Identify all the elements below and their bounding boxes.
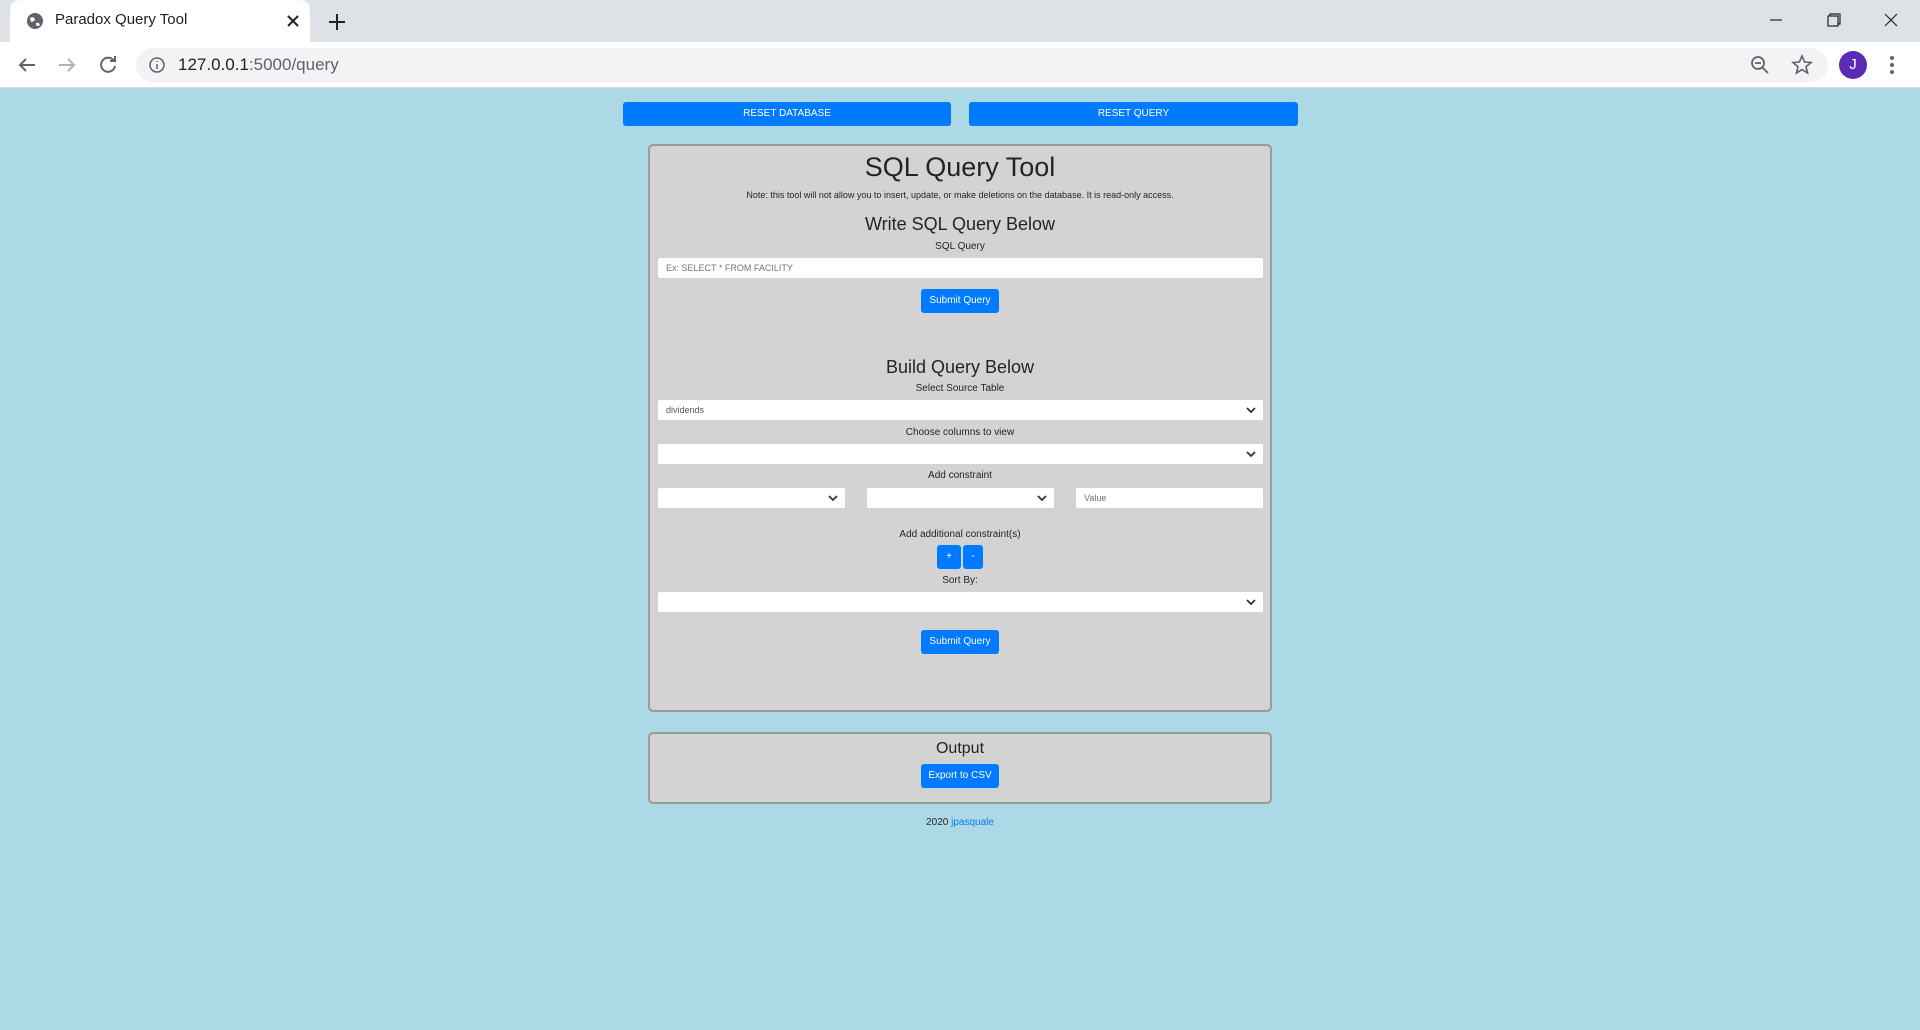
source-table-label: Select Source Table bbox=[915, 383, 1005, 394]
query-panel: SQL Query Tool Note: this tool will not … bbox=[648, 144, 1272, 712]
sort-by-select[interactable] bbox=[657, 591, 1264, 613]
browser-toolbar: 127.0.0.1:5000/query J bbox=[0, 42, 1920, 88]
browser-tab[interactable]: Paradox Query Tool bbox=[10, 0, 310, 42]
new-tab-icon[interactable] bbox=[325, 10, 349, 34]
page-title: SQL Query Tool bbox=[864, 152, 1056, 182]
columns-select[interactable] bbox=[657, 443, 1264, 465]
constraint-label: Add constraint bbox=[928, 470, 992, 481]
chevron-down-icon bbox=[1246, 451, 1256, 458]
info-icon[interactable] bbox=[148, 56, 166, 74]
reset-database-button[interactable]: RESET DATABASE bbox=[623, 102, 951, 126]
chevron-down-icon bbox=[828, 495, 838, 502]
submit-built-query-button[interactable]: Submit Query bbox=[921, 630, 999, 654]
submit-sql-button[interactable]: Submit Query bbox=[921, 289, 999, 313]
constraint-value-input[interactable]: Value bbox=[1075, 487, 1264, 509]
address-bar[interactable]: 127.0.0.1:5000/query bbox=[136, 48, 1828, 82]
sql-query-input[interactable]: Ex: SELECT * FROM FACILITY bbox=[657, 257, 1264, 279]
constraint-operator-select[interactable] bbox=[866, 487, 1055, 509]
sort-by-label: Sort By: bbox=[942, 575, 978, 586]
source-table-select[interactable]: dividends bbox=[657, 399, 1264, 421]
output-panel: Output Export to CSV bbox=[648, 732, 1272, 804]
remove-constraint-button[interactable]: - bbox=[963, 545, 983, 569]
additional-constraints-label: Add additional constraint(s) bbox=[899, 529, 1021, 540]
profile-avatar[interactable]: J bbox=[1839, 51, 1867, 79]
build-query-heading: Build Query Below bbox=[885, 357, 1035, 377]
back-icon[interactable] bbox=[15, 53, 39, 77]
reset-query-button[interactable]: RESET QUERY bbox=[969, 102, 1298, 126]
footer-year: 2020 bbox=[926, 817, 949, 828]
url-text: 127.0.0.1:5000/query bbox=[178, 55, 339, 74]
close-window-icon[interactable] bbox=[1877, 8, 1905, 32]
chevron-down-icon bbox=[1246, 599, 1256, 606]
bookmark-star-icon[interactable] bbox=[1791, 54, 1813, 76]
restore-icon[interactable] bbox=[1819, 8, 1847, 32]
zoom-icon[interactable] bbox=[1749, 54, 1771, 76]
browser-tabstrip: Paradox Query Tool bbox=[0, 0, 1920, 42]
page-content: RESET DATABASE RESET QUERY SQL Query Too… bbox=[0, 88, 1920, 1030]
close-tab-icon[interactable] bbox=[282, 10, 304, 32]
minimize-icon[interactable] bbox=[1762, 8, 1790, 32]
write-query-heading: Write SQL Query Below bbox=[864, 214, 1056, 234]
constraint-column-select[interactable] bbox=[657, 487, 846, 509]
globe-icon bbox=[27, 13, 43, 29]
tab-title: Paradox Query Tool bbox=[55, 11, 188, 28]
chevron-down-icon bbox=[1037, 495, 1047, 502]
footer: 2020 jpasquale bbox=[0, 817, 1920, 828]
author-link[interactable]: jpasquale bbox=[951, 817, 994, 828]
reload-icon[interactable] bbox=[96, 53, 120, 77]
forward-icon[interactable] bbox=[55, 53, 79, 77]
output-title: Output bbox=[935, 740, 985, 757]
menu-dots-icon[interactable] bbox=[1884, 53, 1900, 77]
columns-label: Choose columns to view bbox=[905, 427, 1015, 438]
chevron-down-icon bbox=[1246, 407, 1256, 414]
read-only-note: Note: this tool will not allow you to in… bbox=[746, 190, 1174, 200]
sql-query-label: SQL Query bbox=[935, 241, 985, 252]
export-csv-button[interactable]: Export to CSV bbox=[921, 764, 999, 788]
add-constraint-button[interactable]: + bbox=[937, 545, 961, 569]
